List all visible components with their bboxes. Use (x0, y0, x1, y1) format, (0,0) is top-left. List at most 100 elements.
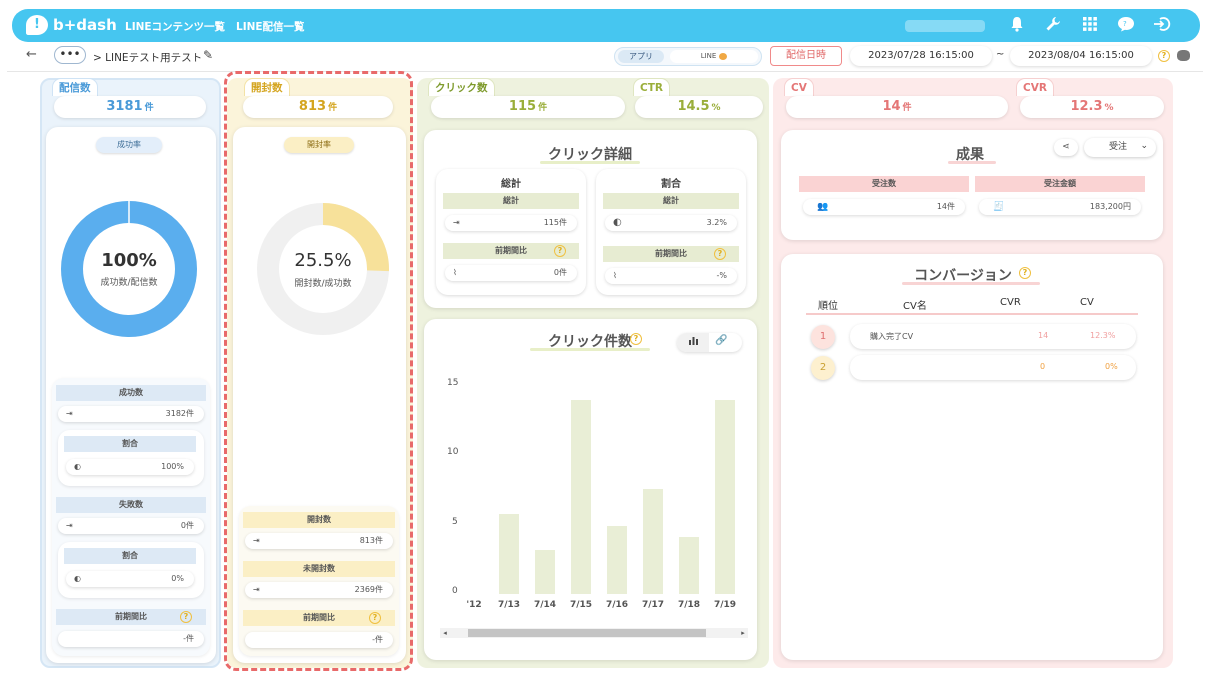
chart-bar[interactable] (643, 488, 663, 594)
fail-ratio-row: ◐ 0% (66, 571, 194, 587)
back-arrow-icon[interactable]: ← (26, 47, 37, 62)
date-separator: ~ (996, 49, 1005, 60)
logo-text: b+dash (53, 16, 117, 34)
chart-bar[interactable] (535, 549, 555, 594)
toggle-line[interactable]: LINE (670, 50, 758, 63)
rank-badge-1: 1 (811, 325, 835, 349)
bar-chart-icon[interactable] (677, 333, 709, 352)
users-icon: 👥 (817, 202, 829, 212)
logo-bubble-icon: ! (26, 15, 48, 35)
chat-support-icon[interactable]: ? (1116, 16, 1136, 36)
ctr-pill: 14.5% (635, 96, 763, 118)
open-rate-chip: 開封率 (284, 137, 354, 153)
conversion-underline (902, 282, 1040, 285)
chart-bar[interactable] (499, 513, 519, 594)
x-tick-label: 7/15 (569, 600, 593, 610)
share-icon[interactable]: ⋖ (1054, 139, 1078, 156)
chat-mini-icon[interactable] (1177, 50, 1190, 61)
x-tick-label: 7/18 (677, 600, 701, 610)
open-donut-caption: 開封数/成功数 (294, 279, 352, 289)
chart-bar[interactable] (571, 399, 591, 594)
table-row[interactable]: 購入完了CV 14 12.3% (850, 324, 1136, 349)
table-row[interactable]: 0 0% (850, 355, 1136, 380)
click-total-label: 総計 (501, 179, 521, 190)
grid-menu-icon[interactable] (1080, 16, 1100, 36)
click-ratio-row: ◐ 3.2% (605, 215, 737, 231)
edit-pencil-icon[interactable]: ✎ (203, 48, 213, 62)
delivery-date-button[interactable]: 配信日時 (770, 46, 842, 66)
delivery-donut-caption: 成功数/配信数 (100, 278, 158, 288)
help-icon[interactable]: ? (714, 248, 726, 260)
open-count-header: 開封数 (243, 512, 395, 528)
cvr-pill: 12.3% (1020, 96, 1164, 118)
cv-tab: CV (784, 78, 814, 96)
click-detail-underline (540, 161, 640, 164)
date-from-field[interactable]: 2023/07/28 16:15:00 (850, 46, 992, 66)
more-options-button[interactable]: ••• (54, 46, 86, 64)
logo[interactable]: ! b+dash (26, 14, 126, 38)
channel-toggle: アプリ LINE (614, 47, 762, 66)
click-ratio-label: 割合 (661, 179, 681, 190)
result-type-select[interactable]: 受注 ⌄ (1084, 138, 1156, 157)
scroll-thumb[interactable] (468, 629, 706, 637)
rank-badge-2: 2 (811, 356, 835, 380)
chart-bar[interactable] (715, 399, 735, 594)
line-chart-icon: ⌇ (453, 268, 457, 277)
success-rate-chip: 成功率 (96, 137, 162, 153)
fail-ratio-header: 割合 (64, 548, 196, 564)
click-prev-row: ⌇ 0件 (445, 265, 577, 281)
click-total-subheader: 総計 (443, 193, 579, 209)
table-header-rank: 順位 (818, 301, 838, 312)
success-ratio-row: ◐ 100% (66, 459, 194, 475)
help-icon[interactable]: ? (1019, 267, 1031, 279)
help-icon[interactable]: ? (554, 245, 566, 257)
table-header-cv-name: CV名 (903, 301, 927, 312)
open-prev-row: -件 (245, 632, 393, 648)
nav-link-line-deliveries[interactable]: LINE配信一覧 (236, 19, 305, 34)
chart-bar[interactable] (679, 537, 699, 594)
toggle-app[interactable]: アプリ (618, 50, 664, 63)
date-to-field[interactable]: 2023/08/04 16:15:00 (1010, 46, 1152, 66)
bell-icon[interactable] (1007, 16, 1027, 36)
link-icon[interactable]: 🔗 (715, 335, 727, 346)
logout-icon[interactable] (1152, 16, 1172, 36)
y-tick-label: 15 (447, 378, 459, 388)
help-icon[interactable]: ? (630, 333, 642, 345)
help-icon[interactable]: ? (180, 611, 192, 623)
x-tick-label: 7/16 (605, 600, 629, 610)
chart-scrollbar[interactable]: ◂ ▸ (440, 628, 748, 638)
login-icon: ⇥ (253, 536, 260, 545)
success-count-header: 成功数 (56, 385, 206, 401)
orders-row: 👥 14件 (803, 199, 965, 215)
nav-link-line-contents[interactable]: LINEコンテンツ一覧 (125, 19, 225, 34)
chevron-down-icon: ⌄ (1140, 141, 1148, 151)
chart-bar[interactable] (607, 526, 627, 594)
unopen-count-row: ⇥ 2369件 (245, 582, 393, 598)
delivery-prev-row: -件 (58, 631, 204, 647)
svg-text:?: ? (1123, 20, 1127, 28)
open-total-pill: 813 件 (243, 96, 393, 118)
user-name-blurred (905, 20, 985, 32)
pie-icon: ◐ (74, 574, 81, 583)
chart-view-toggle: 🔗 (677, 333, 742, 352)
line-chart-icon: ⌇ (613, 271, 617, 280)
open-count-row: ⇥ 813件 (245, 533, 393, 549)
table-header-underline (806, 313, 1138, 315)
delivery-donut-percent: 100% (101, 250, 157, 271)
result-underline (948, 161, 996, 164)
login-icon: ⇥ (66, 521, 73, 530)
click-chart-underline (530, 348, 650, 351)
x-tick-label: '12 (466, 600, 482, 610)
success-count-row: ⇥ 3182件 (58, 406, 204, 422)
scroll-left-icon: ◂ (443, 629, 447, 637)
line-chat-icon (719, 52, 728, 60)
fail-count-row: ⇥ 0件 (58, 518, 204, 534)
open-donut-center: 25.5% 開封数/成功数 (272, 250, 374, 289)
help-icon[interactable]: ? (1158, 50, 1170, 62)
wrench-icon[interactable] (1043, 16, 1063, 36)
cvr-tab: CVR (1016, 78, 1054, 96)
help-icon[interactable]: ? (369, 612, 381, 624)
open-tab: 開封数 (244, 78, 290, 96)
success-ratio-header: 割合 (64, 436, 196, 452)
ctr-tab: CTR (633, 78, 670, 96)
